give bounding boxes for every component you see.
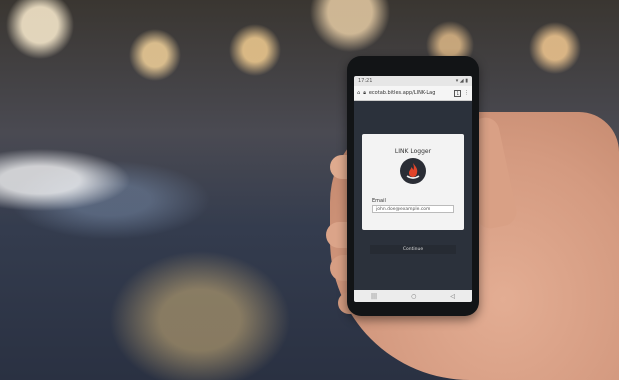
continue-button[interactable]: Continue [370, 245, 456, 254]
smartphone: 17:21 ▾ ◢ ▮ ⌂ 🔒︎ ecotab.bitles.app/LINK-… [347, 56, 479, 316]
status-time: 17:21 [358, 78, 373, 84]
flame-logo-icon [400, 158, 426, 184]
home-icon[interactable]: ⌂ [357, 90, 360, 96]
status-icons: ▾ ◢ ▮ [455, 78, 468, 84]
email-field[interactable]: john.doe@example.com [372, 205, 454, 213]
card-title: LINK Logger [394, 148, 432, 155]
back-icon[interactable]: ◁ [450, 293, 455, 300]
browser-url-bar[interactable]: ⌂ 🔒︎ ecotab.bitles.app/LINK-Lag 1 ⋮ [354, 86, 472, 101]
flame-icon [406, 163, 420, 179]
phone-screen: 17:21 ▾ ◢ ▮ ⌂ 🔒︎ ecotab.bitles.app/LINK-… [354, 76, 472, 302]
menu-icon[interactable]: ⋮ [464, 90, 469, 96]
login-card: LINK Logger Email john.doe@example.com [362, 134, 464, 230]
lock-icon: 🔒︎ [363, 90, 366, 96]
android-nav-bar: ||| ○ ◁ [354, 290, 472, 302]
status-bar: 17:21 ▾ ◢ ▮ [354, 76, 472, 86]
recents-icon[interactable]: ||| [371, 293, 377, 300]
url-text[interactable]: ecotab.bitles.app/LINK-Lag [369, 90, 452, 96]
email-label: Email [372, 198, 386, 204]
tab-count-icon[interactable]: 1 [454, 89, 461, 97]
home-button-icon[interactable]: ○ [411, 293, 416, 300]
